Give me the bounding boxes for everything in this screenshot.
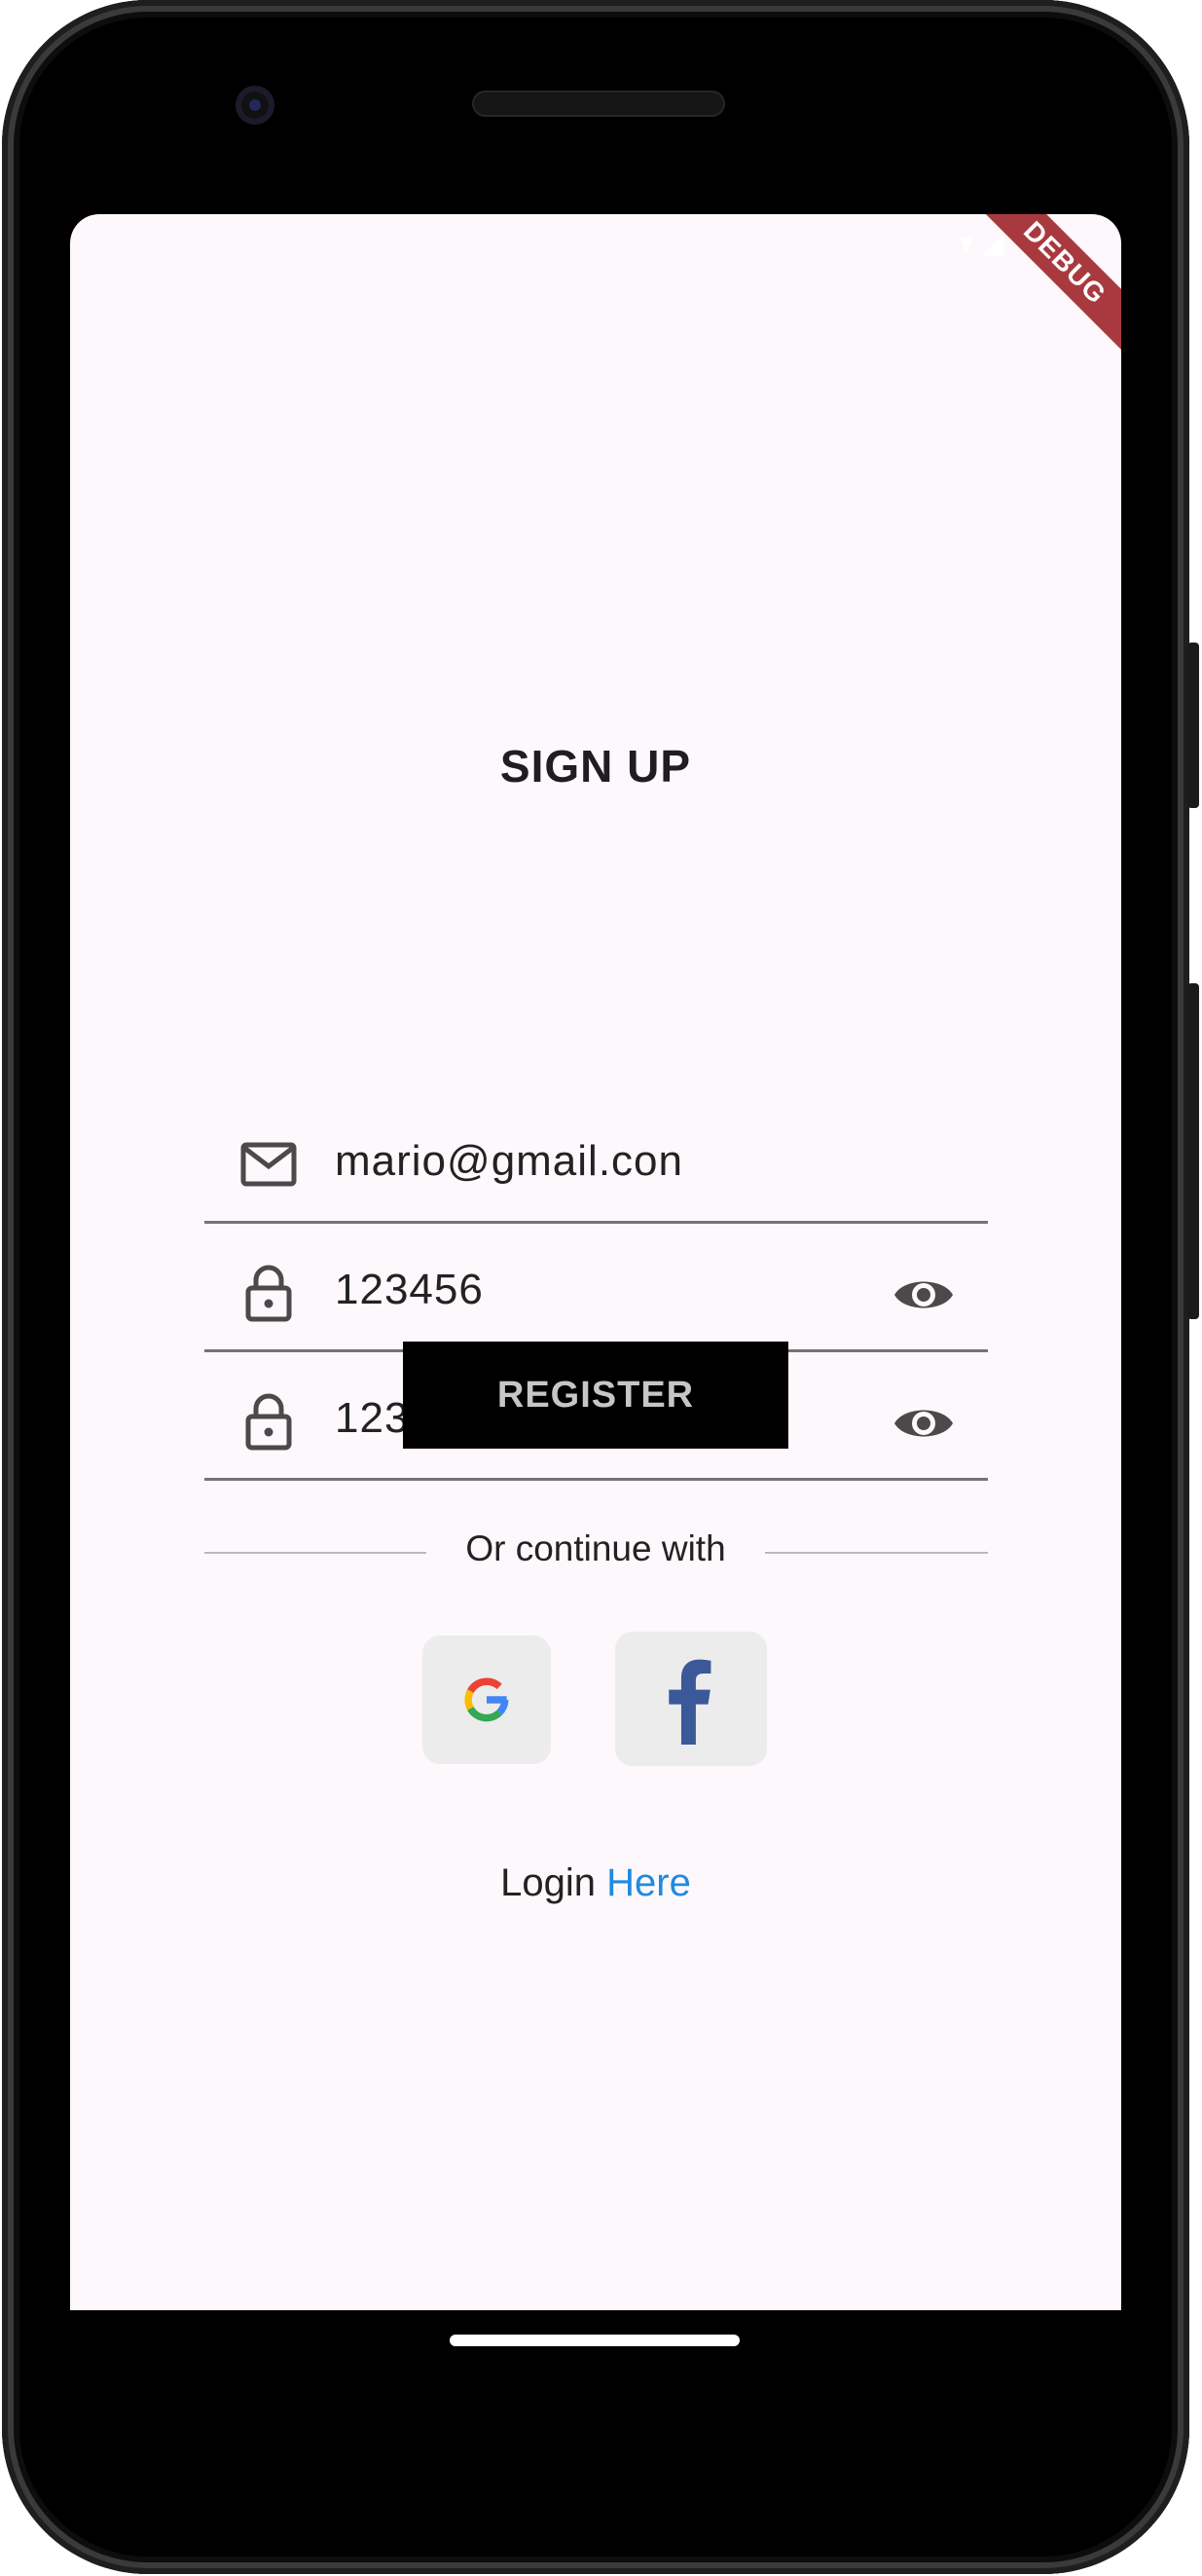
front-camera xyxy=(236,86,274,125)
email-value: mario@gmail.con xyxy=(335,1137,683,1185)
status-bar-icons: ▾ ◢ xyxy=(960,226,1004,260)
lock-icon xyxy=(245,1265,292,1322)
phone-frame: ▾ ◢ DEBUG SIGN UP mario@gmail.con 123456 xyxy=(2,0,1199,2574)
earpiece-speaker xyxy=(472,91,725,117)
google-icon xyxy=(464,1677,509,1722)
wifi-icon: ▾ xyxy=(959,227,974,259)
home-indicator[interactable] xyxy=(450,2335,740,2346)
app-screen: ▾ ◢ DEBUG SIGN UP mario@gmail.con 123456 xyxy=(70,214,1121,2310)
signal-icon: ◢ xyxy=(981,227,1004,259)
divider-right xyxy=(765,1552,988,1554)
login-link[interactable]: Here xyxy=(606,1861,691,1904)
facebook-icon xyxy=(669,1659,711,1745)
password-field[interactable]: 123456 xyxy=(204,1223,988,1352)
lock-icon xyxy=(245,1393,292,1451)
login-prompt: Login Here xyxy=(70,1861,1121,1905)
login-prefix: Login xyxy=(500,1861,597,1904)
page-title: SIGN UP xyxy=(499,741,692,791)
volume-button xyxy=(1187,983,1199,1319)
eye-icon[interactable] xyxy=(892,1264,955,1326)
eye-icon[interactable] xyxy=(892,1392,955,1454)
register-button[interactable]: REGISTER xyxy=(403,1342,788,1449)
email-field[interactable]: mario@gmail.con xyxy=(204,1094,988,1224)
facebook-button[interactable] xyxy=(615,1632,767,1766)
continue-with-label: Or continue with xyxy=(465,1528,726,1568)
password-value: 123456 xyxy=(335,1266,484,1313)
google-button[interactable] xyxy=(422,1636,551,1764)
mail-icon xyxy=(240,1142,297,1187)
power-button xyxy=(1187,643,1199,808)
